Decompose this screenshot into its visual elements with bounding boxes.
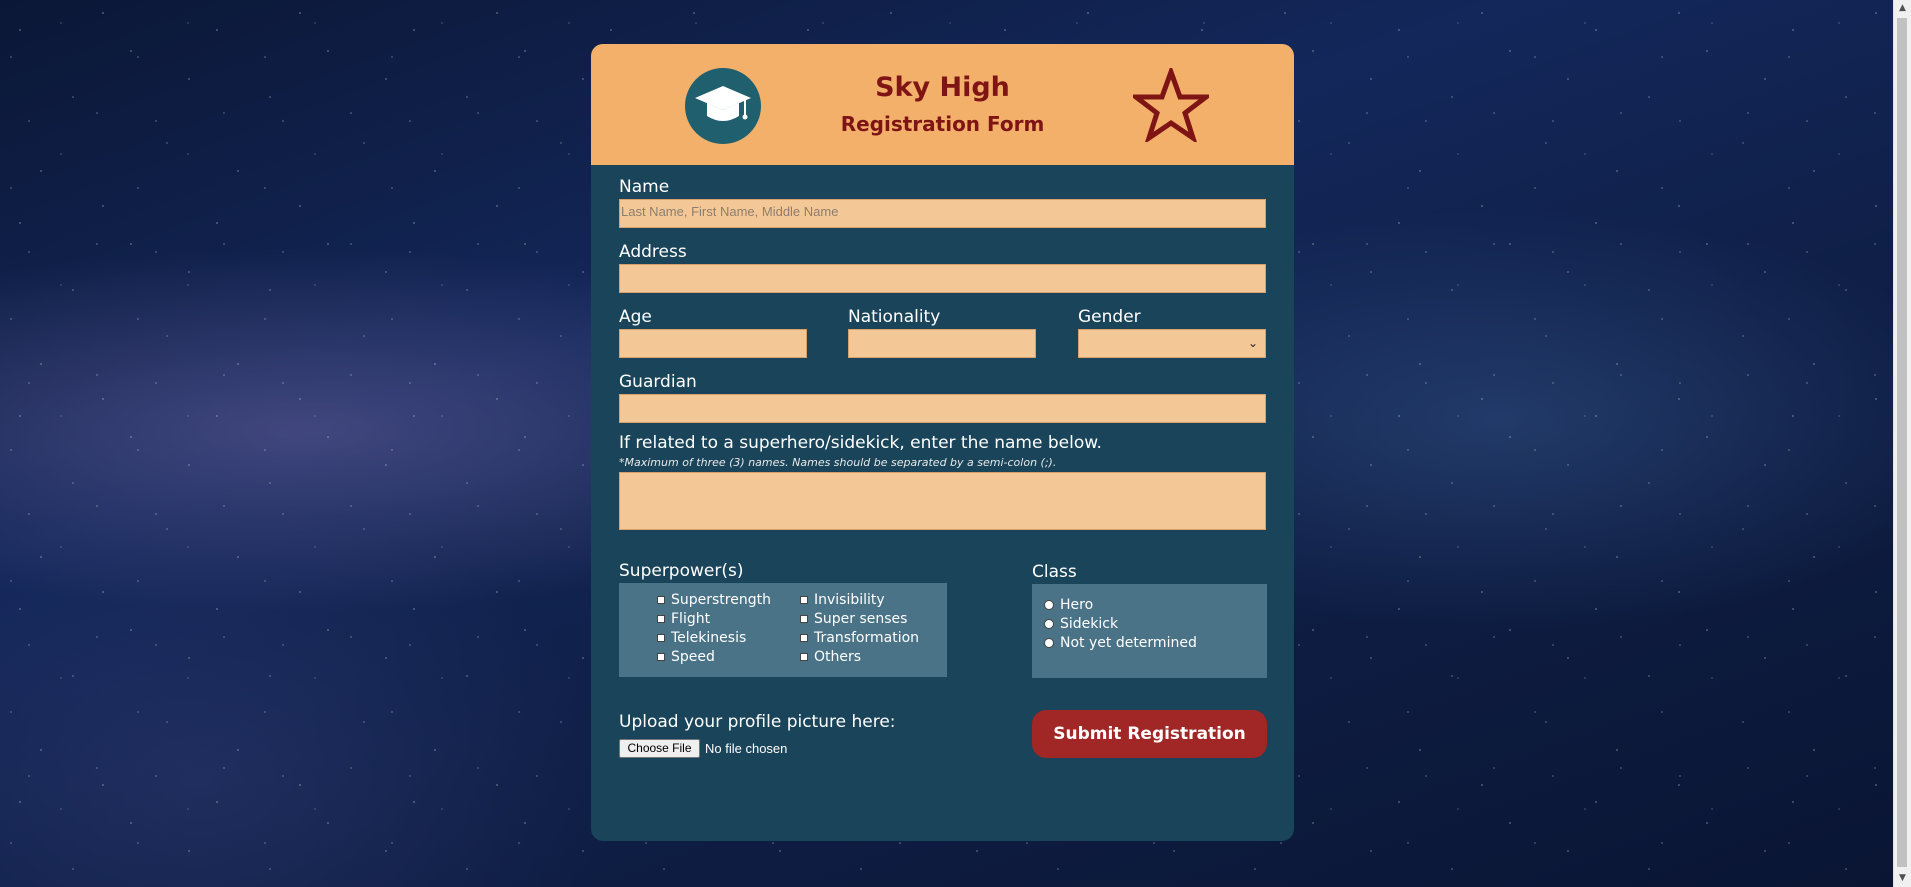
superpower-option[interactable]: Superstrength: [657, 592, 771, 608]
superpowers-box: Superstrength Flight Telekinesis Speed I…: [619, 583, 947, 677]
checkbox[interactable]: [657, 596, 665, 604]
upload-label: Upload your profile picture here:: [619, 712, 896, 732]
guardian-input[interactable]: [619, 394, 1266, 423]
scroll-down-icon[interactable]: ▼: [1894, 870, 1911, 887]
gender-select[interactable]: ⌄: [1078, 329, 1266, 358]
radio[interactable]: [1044, 600, 1054, 610]
address-input[interactable]: [619, 264, 1266, 293]
scroll-up-icon[interactable]: ▲: [1894, 0, 1911, 17]
nationality-label: Nationality: [848, 307, 941, 327]
name-input[interactable]: Last Name, First Name, Middle Name: [619, 199, 1266, 228]
age-label: Age: [619, 307, 652, 327]
name-label: Name: [619, 177, 670, 197]
superpower-option[interactable]: Transformation: [800, 630, 919, 646]
choose-file-button[interactable]: Choose File: [619, 739, 700, 758]
name-placeholder: Last Name, First Name, Middle Name: [621, 204, 839, 219]
class-option[interactable]: Hero: [1044, 597, 1093, 613]
superpower-option[interactable]: Others: [800, 649, 861, 665]
class-option[interactable]: Not yet determined: [1044, 635, 1197, 651]
superpower-option[interactable]: Super senses: [800, 611, 907, 627]
vertical-scrollbar[interactable]: ▲ ▼: [1893, 0, 1911, 887]
address-label: Address: [619, 242, 687, 262]
age-input[interactable]: [619, 329, 807, 358]
file-status: No file chosen: [705, 741, 788, 756]
superpower-option[interactable]: Telekinesis: [657, 630, 746, 646]
class-box: Hero Sidekick Not yet determined: [1032, 584, 1267, 678]
related-note: *Maximum of three (3) names. Names shoul…: [619, 456, 1057, 469]
checkbox[interactable]: [657, 615, 665, 623]
class-label: Class: [1032, 562, 1077, 582]
checkbox[interactable]: [800, 634, 808, 642]
radio[interactable]: [1044, 638, 1054, 648]
scrollbar-thumb[interactable]: [1897, 18, 1907, 867]
related-names-textarea[interactable]: [619, 472, 1266, 530]
submit-registration-button[interactable]: Submit Registration: [1032, 710, 1267, 758]
superpower-option[interactable]: Speed: [657, 649, 715, 665]
nationality-input[interactable]: [848, 329, 1036, 358]
checkbox[interactable]: [800, 596, 808, 604]
class-option[interactable]: Sidekick: [1044, 616, 1118, 632]
registration-card: Sky High Registration Form Name Last Nam…: [591, 44, 1294, 841]
superpowers-label: Superpower(s): [619, 561, 744, 581]
checkbox[interactable]: [657, 634, 665, 642]
star-icon: [1128, 64, 1214, 146]
checkbox[interactable]: [657, 653, 665, 661]
gender-label: Gender: [1078, 307, 1141, 327]
radio[interactable]: [1044, 619, 1054, 629]
chevron-down-icon: ⌄: [1247, 336, 1258, 350]
checkbox[interactable]: [800, 653, 808, 661]
checkbox[interactable]: [800, 615, 808, 623]
superpower-option[interactable]: Flight: [657, 611, 710, 627]
related-label: If related to a superhero/sidekick, ente…: [619, 433, 1102, 453]
guardian-label: Guardian: [619, 372, 697, 392]
superpower-option[interactable]: Invisibility: [800, 592, 885, 608]
form-header: Sky High Registration Form: [591, 44, 1294, 165]
